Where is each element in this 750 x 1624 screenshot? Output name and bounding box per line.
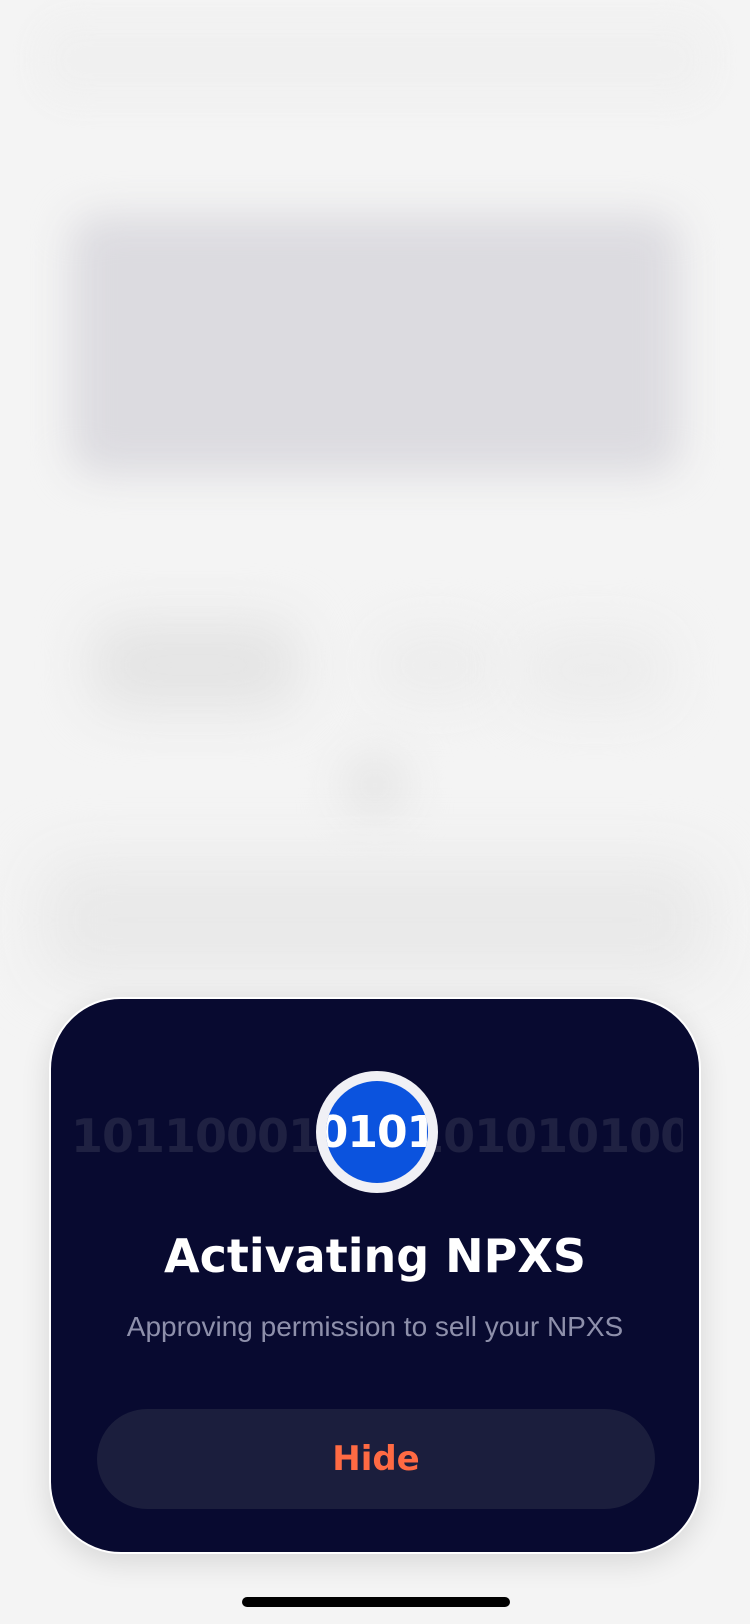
blurred-content-a (90, 620, 300, 710)
blurred-content-c (520, 630, 670, 710)
home-indicator (242, 1597, 510, 1607)
binary-activation-icon: 0101 (326, 1081, 428, 1183)
sheet-title: Activating NPXS (164, 1229, 586, 1283)
blurred-balance-card (70, 215, 680, 475)
sheet-subtitle: Approving permission to sell your NPXS (126, 1311, 624, 1342)
blurred-content-b (375, 630, 495, 700)
blurred-top-bar (40, 20, 710, 100)
activation-status-badge: 0101 (316, 1071, 438, 1193)
hide-button[interactable]: Hide (97, 1409, 655, 1509)
activation-sheet: 1011000101010101010001010101 0101 Activa… (49, 997, 701, 1554)
blurred-indicator (340, 750, 410, 820)
screen: 1011000101010101010001010101 0101 Activa… (0, 0, 750, 1624)
blurred-bottom-content (40, 860, 710, 980)
